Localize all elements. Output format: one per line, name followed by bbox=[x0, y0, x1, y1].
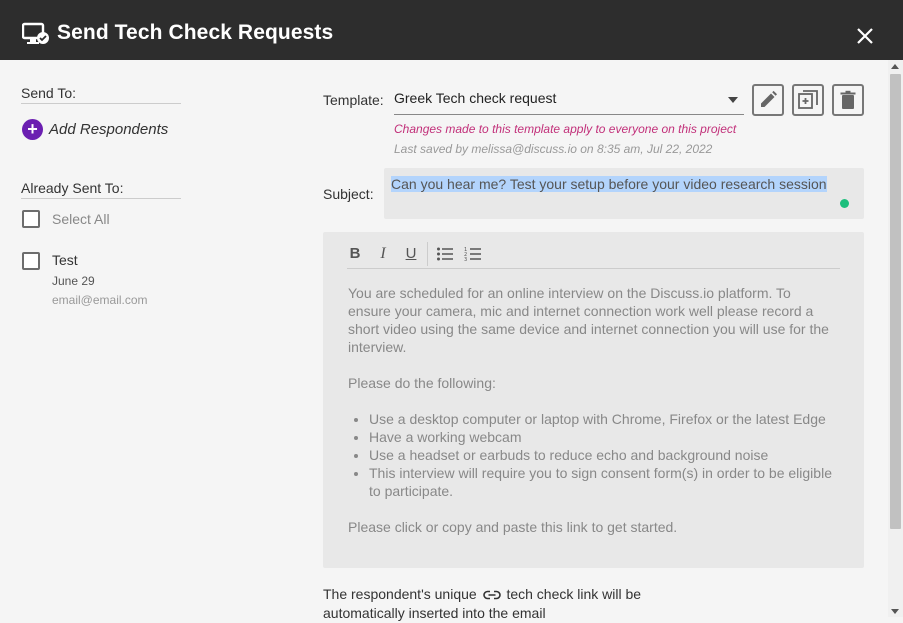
scrollbar[interactable] bbox=[888, 60, 903, 617]
template-warning: Changes made to this template apply to e… bbox=[394, 122, 737, 136]
recipients-panel: Send To: + Add Respondents Already Sent … bbox=[0, 60, 300, 617]
underline-icon[interactable]: U bbox=[402, 245, 420, 263]
template-selected-value: Greek Tech check request bbox=[394, 90, 557, 106]
edit-template-button[interactable] bbox=[752, 84, 784, 116]
plus-icon: + bbox=[22, 119, 43, 140]
monitor-check-icon bbox=[22, 22, 49, 44]
add-respondents-button[interactable]: + Add Respondents bbox=[22, 119, 168, 140]
trash-icon bbox=[840, 90, 856, 109]
select-all-label: Select All bbox=[52, 211, 110, 227]
list-item: Use a desktop computer or laptop with Ch… bbox=[369, 410, 833, 428]
list-item: Use a headset or earbuds to reduce echo … bbox=[369, 446, 833, 464]
body-bullet-list: Use a desktop computer or laptop with Ch… bbox=[369, 410, 833, 500]
chevron-down-icon bbox=[728, 97, 738, 103]
subject-label: Subject: bbox=[323, 186, 374, 202]
delete-template-button[interactable] bbox=[832, 84, 864, 116]
toolbar-divider bbox=[427, 242, 428, 266]
body-paragraph: Please do the following: bbox=[348, 375, 496, 391]
send-to-label: Send To: bbox=[21, 85, 181, 104]
editor-body: You are scheduled for an online intervie… bbox=[348, 284, 833, 554]
italic-icon[interactable]: I bbox=[374, 245, 392, 263]
link-info-text: The respondent's unique tech check link … bbox=[323, 585, 643, 623]
bullet-list-icon[interactable] bbox=[436, 245, 454, 263]
duplicate-template-button[interactable] bbox=[792, 84, 824, 116]
subject-value: Can you hear me? Test your setup before … bbox=[391, 176, 827, 192]
respondent-date: June 29 bbox=[52, 274, 95, 288]
pencil-icon bbox=[761, 90, 777, 107]
respondent-checkbox[interactable] bbox=[22, 252, 40, 270]
template-label: Template: bbox=[323, 92, 384, 108]
body-paragraph: Please click or copy and paste this link… bbox=[348, 519, 678, 535]
message-editor[interactable]: B I U 1 2 3 You are scheduled for an onl… bbox=[323, 232, 864, 568]
list-item: Have a working webcam bbox=[369, 428, 833, 446]
select-all-checkbox[interactable] bbox=[22, 210, 40, 228]
add-respondents-label: Add Respondents bbox=[49, 121, 169, 138]
svg-text:3: 3 bbox=[464, 257, 467, 263]
numbered-list-icon[interactable]: 1 2 3 bbox=[464, 245, 482, 263]
bold-icon[interactable]: B bbox=[346, 245, 364, 263]
link-icon bbox=[482, 590, 501, 600]
already-sent-label: Already Sent To: bbox=[21, 180, 181, 199]
link-info-before: The respondent's unique bbox=[323, 586, 477, 602]
scroll-thumb[interactable] bbox=[890, 74, 901, 529]
copy-icon bbox=[798, 90, 818, 109]
body-paragraph: You are scheduled for an online intervie… bbox=[348, 285, 829, 355]
last-saved-text: Last saved by melissa@discuss.io on 8:35… bbox=[394, 142, 713, 156]
dialog-title: Send Tech Check Requests bbox=[57, 21, 334, 44]
message-panel: Template: Greek Tech check request Chang… bbox=[300, 60, 888, 621]
editor-toolbar: B I U 1 2 3 bbox=[347, 240, 840, 269]
status-dot bbox=[840, 199, 849, 208]
template-dropdown[interactable]: Greek Tech check request bbox=[394, 88, 744, 115]
dialog-header: Send Tech Check Requests bbox=[0, 0, 903, 60]
subject-input[interactable]: Can you hear me? Test your setup before … bbox=[384, 168, 864, 219]
scroll-up-icon[interactable] bbox=[891, 64, 899, 69]
list-item: This interview will require you to sign … bbox=[369, 464, 833, 500]
respondent-name: Test bbox=[52, 252, 78, 268]
respondent-email: email@email.com bbox=[52, 293, 148, 307]
scroll-down-icon[interactable] bbox=[891, 609, 899, 614]
close-icon[interactable] bbox=[854, 25, 876, 47]
